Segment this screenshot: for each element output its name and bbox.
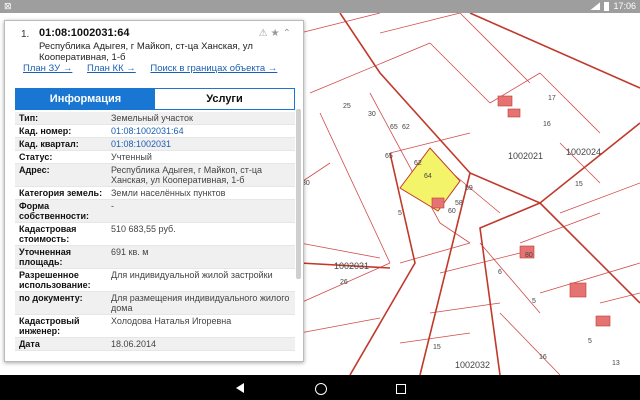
row-value: - bbox=[111, 201, 114, 211]
row-value: Для индивидуальной жилой застройки bbox=[111, 270, 273, 280]
row-key: Кадастровый инженер: bbox=[19, 316, 80, 336]
plan-kk-link[interactable]: План КК → bbox=[87, 63, 136, 74]
row-key: Тип: bbox=[19, 113, 39, 123]
header-icons: ⚠ ★ ⌃ bbox=[259, 28, 291, 39]
row-key: Разрешенное использование: bbox=[19, 270, 91, 290]
map-label: 16 bbox=[543, 121, 551, 128]
row-value: 18.06.2014 bbox=[111, 339, 157, 349]
table-row: Адрес: Республика Адыгея, г Майкоп, ст-ца… bbox=[15, 164, 295, 187]
info-tabs: Информация Услуги bbox=[15, 88, 295, 110]
map-label: 60 bbox=[448, 208, 456, 215]
table-row: Тип: Земельный участок bbox=[15, 112, 295, 125]
row-key: Уточненная площадь: bbox=[19, 247, 71, 267]
plan-zu-link[interactable]: План ЗУ → bbox=[23, 63, 72, 74]
warning-icon[interactable]: ⚠ bbox=[259, 28, 268, 39]
map-label: 15 bbox=[433, 344, 441, 351]
battery-icon bbox=[604, 1, 610, 11]
tab-services[interactable]: Услуги bbox=[155, 89, 294, 109]
row-key: Категория земель: bbox=[19, 188, 103, 198]
notification-icon: ⊠ bbox=[4, 1, 12, 11]
cadastral-number-link[interactable]: 01:08:1002031:64 bbox=[107, 125, 295, 137]
row-value: Республика Адыгея, г Майкоп, ст-ца Ханск… bbox=[111, 165, 263, 185]
row-key: Статус: bbox=[19, 152, 53, 162]
row-value: 691 кв. м bbox=[111, 247, 149, 257]
android-nav-bar bbox=[0, 375, 640, 400]
map-label: 30 bbox=[368, 111, 376, 118]
row-value: Для размещения индивидуального жилого до… bbox=[111, 293, 290, 313]
map-label: 25 bbox=[343, 103, 351, 110]
row-key: Форма собственности: bbox=[19, 201, 89, 221]
table-row: Дата 18.06.2014 bbox=[15, 338, 295, 351]
status-indicators: 17:06 bbox=[590, 1, 636, 11]
status-bar: ⊠ 17:06 bbox=[0, 0, 640, 13]
clock: 17:06 bbox=[613, 1, 636, 11]
row-value: Холодова Наталья Игоревна bbox=[111, 316, 232, 326]
map-label: 1002031 bbox=[334, 261, 369, 271]
map-label: 15 bbox=[575, 181, 583, 188]
map-label: 16 bbox=[539, 354, 547, 361]
map-label: 5 bbox=[398, 210, 402, 217]
cadastral-number-title: 01:08:1002031:64 bbox=[39, 27, 130, 39]
cadastral-quarter-link[interactable]: 01:08:1002031 bbox=[107, 138, 295, 150]
table-row: Кадастровый инженер: Холодова Наталья Иго… bbox=[15, 315, 295, 338]
table-row: по документу: Для размещения индивидуальн… bbox=[15, 292, 295, 315]
signal-icon bbox=[590, 2, 601, 10]
table-row: Разрешенное использование: Для индивидуал… bbox=[15, 269, 295, 292]
map-label: 62 bbox=[414, 160, 422, 167]
quick-links: План ЗУ → План КК → Поиск в границах объ… bbox=[23, 63, 293, 74]
row-value: Земли населённых пунктов bbox=[111, 188, 226, 198]
table-row: Форма собственности: - bbox=[15, 200, 295, 223]
row-value: 510 683,55 руб. bbox=[111, 224, 176, 234]
map-label: 62 bbox=[402, 124, 410, 131]
row-key: Кад. номер: bbox=[19, 126, 72, 136]
recent-apps-icon[interactable] bbox=[393, 381, 407, 395]
map-label: 65 bbox=[390, 124, 398, 131]
star-icon[interactable]: ★ bbox=[271, 28, 280, 39]
table-row: Кад. номер: 01:08:1002031:64 bbox=[15, 125, 295, 138]
table-row: Кад. квартал: 01:08:1002031 bbox=[15, 138, 295, 151]
tab-information[interactable]: Информация bbox=[16, 89, 155, 109]
map-label: 5 bbox=[588, 338, 592, 345]
row-value: Учтенный bbox=[111, 152, 152, 162]
map-label: 80 bbox=[525, 252, 533, 259]
map-label: 65 bbox=[385, 153, 393, 160]
row-key: Кад. квартал: bbox=[19, 139, 79, 149]
map-label: 1002024 bbox=[566, 147, 601, 157]
map-label: 59 bbox=[465, 185, 473, 192]
chevron-up-icon[interactable]: ⌃ bbox=[283, 28, 291, 39]
map-label: 58 bbox=[455, 200, 463, 207]
search-within-object-link[interactable]: Поиск в границах объекта → bbox=[150, 63, 277, 74]
attributes-table: Тип: Земельный участок Кад. номер: 01:08:1… bbox=[15, 112, 295, 361]
table-row: Категория земель: Земли населённых пункто… bbox=[15, 187, 295, 200]
map-label: 64 bbox=[424, 173, 432, 180]
table-row: Уточненная площадь: 691 кв. м bbox=[15, 246, 295, 269]
row-value: Земельный участок bbox=[111, 113, 193, 123]
row-key: Кадастровая стоимость: bbox=[19, 224, 77, 244]
parcel-info-panel: 1. 01:08:1002031:64 Республика Адыгея, г… bbox=[4, 20, 304, 362]
row-key: Адрес: bbox=[19, 165, 50, 175]
home-icon[interactable] bbox=[313, 381, 327, 395]
map-label: 26 bbox=[340, 279, 348, 286]
map-label: 6 bbox=[498, 269, 502, 276]
panel-header: 1. 01:08:1002031:64 Республика Адыгея, г… bbox=[5, 21, 303, 79]
map-label: 17 bbox=[548, 95, 556, 102]
map-label: 5 bbox=[532, 298, 536, 305]
panel-scrollbar[interactable] bbox=[296, 109, 301, 279]
map-label: 13 bbox=[612, 360, 620, 367]
parcel-address: Республика Адыгея, г Майкоп, ст-ца Ханск… bbox=[39, 41, 253, 63]
back-icon[interactable] bbox=[233, 381, 247, 395]
row-key: Дата bbox=[19, 339, 40, 349]
map-label: 1002021 bbox=[508, 151, 543, 161]
table-row: Статус: Учтенный bbox=[15, 151, 295, 164]
table-row: Кадастровая стоимость: 510 683,55 руб. bbox=[15, 223, 295, 246]
result-number: 1. bbox=[21, 29, 30, 40]
map-label: 1002032 bbox=[455, 360, 490, 370]
row-key: по документу: bbox=[19, 293, 83, 303]
